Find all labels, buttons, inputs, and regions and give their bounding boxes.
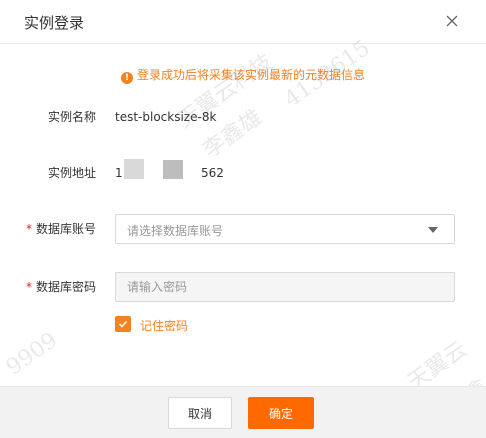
address-redaction-block (163, 160, 183, 179)
instance-address-label: 实例地址 (47, 166, 96, 180)
watermark-text: 9909 (2, 327, 63, 381)
caret-down-icon (428, 227, 438, 233)
checkmark-icon (118, 320, 128, 328)
dialog-footer (0, 386, 486, 438)
db-account-label-text: 数据库账号 (35, 222, 96, 236)
instance-login-dialog: 实例登录 ! 登录成功后将采集该实例最新的元数据信息 实例名称 test-bloc… (0, 0, 486, 438)
instance-address-prefix: 1 (115, 166, 123, 180)
login-notice: ! 登录成功后将采集该实例最新的元数据信息 (0, 67, 486, 84)
warning-circle-icon: ! (120, 72, 133, 84)
db-password-label: * 数据库密码 (0, 279, 96, 295)
required-mark: * (25, 280, 32, 294)
cancel-button[interactable]: 取消 (168, 397, 232, 429)
remember-password-label[interactable]: 记住密码 (140, 317, 188, 334)
instance-name-label: 实例名称 (47, 110, 96, 124)
db-account-label: * 数据库账号 (0, 221, 96, 237)
remember-password-checkbox[interactable] (115, 316, 131, 332)
db-password-input[interactable] (115, 272, 455, 302)
instance-name-value: test-blocksize-8k (115, 110, 217, 124)
db-account-select[interactable]: 请选择数据库账号 (115, 214, 455, 244)
dialog-header: 实例登录 (0, 0, 486, 44)
db-account-placeholder: 请选择数据库账号 (127, 224, 224, 238)
instance-address-suffix: 562 (201, 166, 224, 180)
db-password-label-text: 数据库密码 (35, 280, 96, 294)
address-redaction-block (124, 159, 144, 179)
required-mark: * (25, 222, 32, 236)
confirm-button[interactable]: 确定 (248, 397, 314, 429)
notice-text: 登录成功后将采集该实例最新的元数据信息 (136, 68, 365, 82)
dialog-title: 实例登录 (24, 14, 85, 32)
close-icon[interactable] (440, 9, 464, 33)
